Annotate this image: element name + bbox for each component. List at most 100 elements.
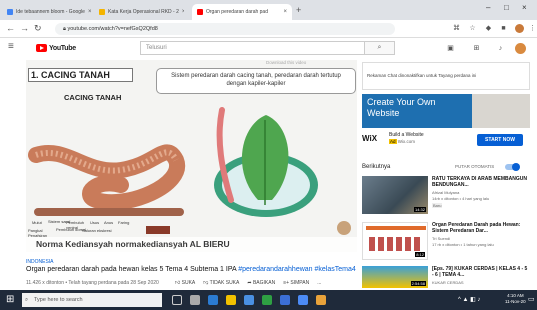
store-icon[interactable] (244, 295, 254, 305)
sidebar-ad[interactable]: Create Your Own Website WiX Build a Webs… (362, 94, 530, 154)
speech-bubble: Sistem peredaran darah cacing tanah, per… (156, 68, 356, 94)
translate-icon[interactable]: ⌘ (452, 24, 461, 33)
logo-text: YouTube (49, 44, 76, 52)
video-meta: 11.426 x ditonton • Telah tayang perdana… (26, 280, 159, 286)
extension-icon[interactable]: ◆ (484, 24, 493, 33)
address-bar-row: ← → ↻ 🔒︎ youtube.com/watch?v=nefGsQ2Qfd8… (0, 20, 537, 38)
diagram-label: Saluran ekskresi (82, 228, 112, 233)
youtube-play-icon (36, 44, 47, 52)
video-item-channel[interactable]: Afrizal Mulyana (432, 190, 459, 195)
start-now-button[interactable]: START NOW (477, 134, 523, 146)
url-input[interactable]: 🔒︎ youtube.com/watch?v=nefGsQ2Qfd8 (55, 23, 395, 35)
app-icon[interactable] (298, 295, 308, 305)
browser-tab[interactable]: Ide tebaannem bloom - Google × (2, 4, 92, 20)
new-tab-icon[interactable]: + (296, 5, 301, 15)
ad-label-icon: Ad (389, 139, 397, 144)
notification-icon[interactable]: ▭ (528, 295, 535, 303)
video-item-title[interactable]: Organ Peredaran Darah pada Hewan: Sistem… (432, 222, 530, 234)
windows-start-icon[interactable]: ⊞ (6, 294, 14, 305)
ad-banner-image (472, 94, 530, 128)
task-view-icon[interactable] (190, 295, 200, 305)
forward-icon[interactable]: → (20, 23, 29, 33)
save-button[interactable]: ≡+ SIMPAN (283, 280, 309, 286)
system-tray-icons[interactable]: ^ ▲ ◧ ♪ (458, 296, 480, 303)
reload-icon[interactable]: ↻ (34, 23, 42, 34)
apps-grid-icon[interactable]: ⊞ (472, 44, 481, 53)
video-item-title[interactable]: RATU TERKAYA DI ARAB MEMBANGUN BENDUNGAN… (432, 176, 530, 188)
file-explorer-icon[interactable] (226, 295, 236, 305)
close-icon[interactable]: × (283, 9, 287, 15)
thumbs-up-icon: 👍︎ (175, 280, 182, 286)
thumbnail-diagram (369, 237, 423, 251)
google-favicon-icon (7, 9, 13, 15)
video-thumbnail[interactable]: 14:32 (362, 176, 428, 214)
video-duration: 2:54:58 (410, 281, 426, 286)
maximize-icon[interactable]: □ (504, 3, 509, 12)
video-title-text: Organ peredaran darah pada hewan kelas 5… (26, 266, 239, 273)
share-button[interactable]: ➦ BAGIKAN (247, 280, 275, 286)
tab-title: Kata Kerja Operasional RKD - 2 (108, 9, 179, 15)
hamburger-menu-icon[interactable]: ≡ (8, 41, 14, 52)
close-icon[interactable]: × (182, 9, 184, 15)
app-icon[interactable] (280, 295, 290, 305)
ad-banner[interactable]: Create Your Own Website (362, 94, 472, 128)
video-title: Organ peredaran darah pada hewan kelas 5… (26, 266, 356, 273)
taskbar-clock[interactable]: 4:10 AM 11-Nov-20 (505, 293, 526, 305)
ad-headline: Create Your Own Website (367, 97, 436, 118)
video-item-channel[interactable]: KUKAR CERDAS (432, 280, 464, 285)
bookmark-star-icon[interactable]: ☆ (468, 24, 477, 33)
taskbar-search-input[interactable]: ⌕ Type here to search (22, 293, 162, 307)
earthworm-illustration (28, 144, 185, 211)
channel-banner: Norma Kediansyah normakediansyah AL BIER… (26, 237, 357, 252)
video-thumbnail[interactable]: 8:12 (362, 222, 428, 260)
diagram-label: Mulut (32, 220, 42, 225)
list-item[interactable]: 8:12 Organ Peredaran Darah pada Hewan: S… (362, 222, 532, 264)
extension-icon[interactable]: ■ (499, 24, 508, 33)
dislike-label: TIDAK SUKA (209, 280, 240, 286)
minimize-icon[interactable]: – (486, 3, 490, 12)
profile-avatar[interactable] (515, 24, 524, 33)
chat-disabled-notice: Rekaman Chat dinonaktifkan untuk Tayang … (362, 62, 530, 90)
search-icon[interactable]: ⌕ (365, 41, 395, 55)
share-label: BAGIKAN (252, 280, 276, 286)
dislike-button[interactable]: 👎︎ TIDAK SUKA (203, 280, 239, 286)
chrome-icon[interactable] (262, 295, 272, 305)
more-actions-button[interactable]: ... (317, 280, 321, 286)
search-input[interactable]: Telusuri (140, 41, 365, 55)
close-icon[interactable]: × (88, 9, 92, 15)
tab-title: Ide tebaannem bloom - Google (16, 9, 85, 15)
channel-avatar[interactable] (515, 43, 526, 54)
autoplay-toggle[interactable] (505, 163, 520, 171)
menu-dots-icon[interactable]: ⋮ (528, 24, 537, 33)
video-item-channel[interactable]: Tri Suendi (432, 236, 450, 241)
edge-icon[interactable] (208, 295, 218, 305)
notifications-bell-icon[interactable]: ♪ (496, 44, 505, 53)
list-item[interactable]: 14:32 RATU TERKAYA DI ARAB MEMBANGUN BEN… (362, 176, 532, 218)
create-video-icon[interactable]: ▣ (446, 44, 455, 53)
worm-diagram-body (34, 208, 184, 216)
save-label: SIMPAN (290, 280, 310, 286)
like-button[interactable]: 👍︎ SUKA (175, 280, 195, 286)
video-duration: 8:12 (415, 252, 425, 257)
video-player[interactable]: Download this video 1. CACING TANAH CACI… (26, 60, 357, 252)
cortana-icon[interactable] (172, 295, 182, 305)
video-thumbnail[interactable]: 2:54:58 (362, 266, 428, 288)
taskbar: ⊞ ⌕ Type here to search ^ ▲ ◧ ♪ 4:10 AM … (0, 290, 537, 310)
tab-title: Organ peredaran darah pad (206, 9, 268, 15)
location-tag[interactable]: INDONESIA (26, 259, 54, 265)
ad-title[interactable]: Build a Website (389, 132, 424, 138)
back-icon[interactable]: ← (6, 23, 15, 33)
youtube-header: ≡ YouTube Telusuri ⌕ ▣ ⊞ ♪ (0, 38, 537, 58)
youtube-favicon-icon (197, 9, 203, 15)
up-next-heading: Berikutnya (362, 164, 391, 170)
close-window-icon[interactable]: × (522, 3, 527, 12)
download-video-label[interactable]: Download this video (266, 60, 306, 65)
youtube-logo[interactable]: YouTube (36, 44, 76, 52)
browser-tab-active[interactable]: Organ peredaran darah pad × (192, 4, 292, 20)
presenter-avatar (337, 221, 351, 235)
video-hashtags[interactable]: #peredarandarahhewan #kelasTema4 (238, 266, 356, 273)
video-item-title[interactable]: [Eps. 79] KUKAR CERDAS | KELAS 4 - 5 - 6… (432, 266, 530, 278)
app-icon[interactable] (316, 295, 326, 305)
browser-tab[interactable]: Kata Kerja Operasional RKD - 2 × (94, 4, 184, 20)
video-item-views: 14rb x ditonton • 4 hari yang lalu (432, 196, 490, 201)
